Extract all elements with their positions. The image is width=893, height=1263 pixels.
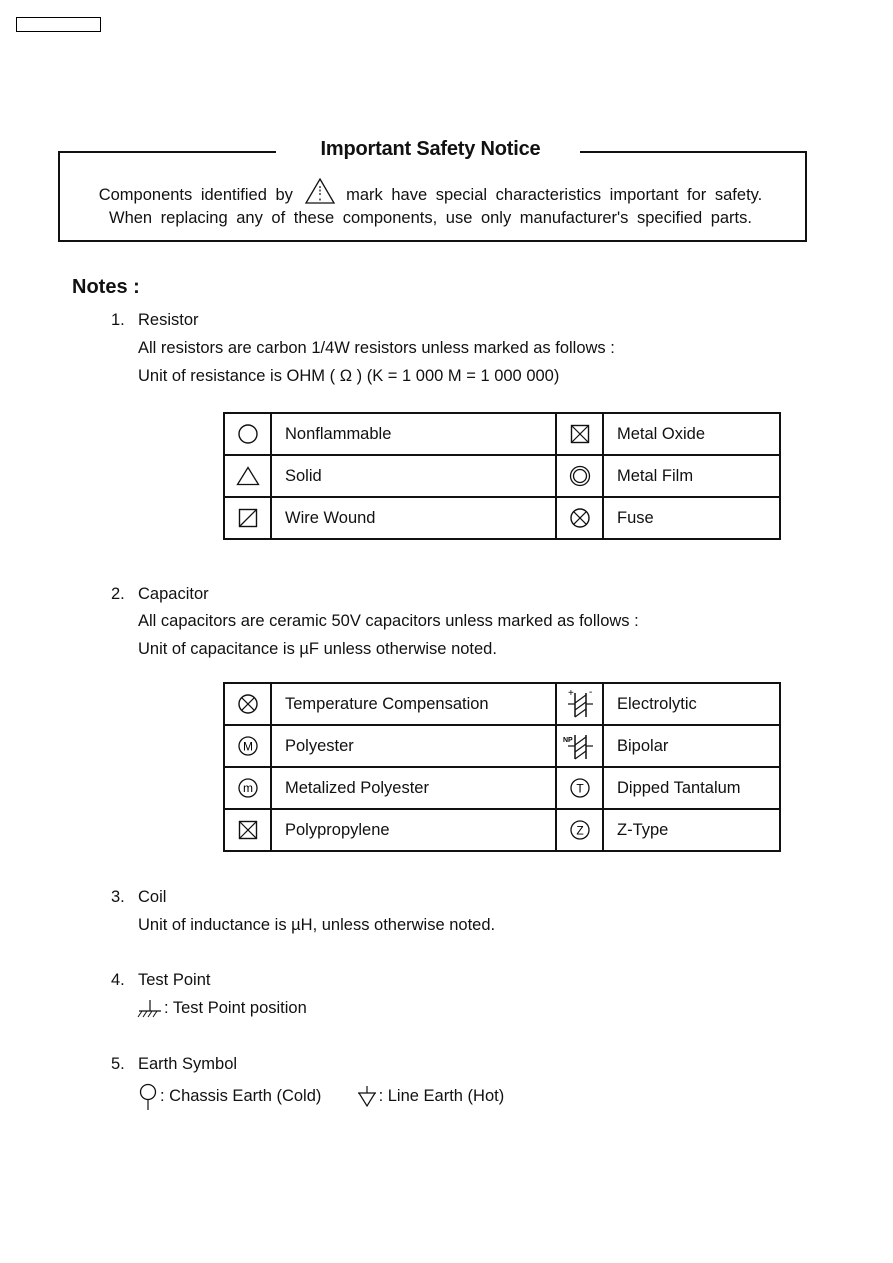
circled-x-icon [555,496,604,540]
test-point-icon [136,999,162,1024]
glyph: T [576,782,584,796]
note-title-resistor: Resistor [138,311,199,329]
capacitor-line-2: Unit of capacitance is µF unless otherwi… [138,640,497,658]
note-title-capacitor: Capacitor [138,585,209,603]
resistor-line-2: Unit of resistance is OHM ( Ω ) (K = 1 0… [138,367,560,385]
safety-notice-line-1-after: mark have special characteristics import… [346,186,763,204]
glyph: m [243,781,253,795]
symbol-label: Polypropylene [270,808,557,852]
safety-notice-title: Important Safety Notice [320,138,541,160]
glyph: NP [563,737,573,744]
note-title-coil: Coil [138,888,167,906]
capacitor-symbol-table: Temperature Compensation + - Electrolyti… [223,682,781,852]
note-number: 4. [111,971,125,989]
glyph: Z [576,824,583,838]
bipolar-capacitor-icon: NP [555,724,604,768]
boxed-x-icon [555,412,604,456]
test-point-line: : Test Point position [136,999,307,1024]
circle-icon [223,412,272,456]
safety-notice-line-1-before: Components identified by [98,186,293,204]
boxed-slash-icon [223,496,272,540]
capacitor-line-1: All capacitors are ceramic 50V capacitor… [138,612,639,630]
chassis-earth-label: : Chassis Earth (Cold) [160,1087,322,1105]
coil-line-1: Unit of inductance is µH, unless otherwi… [138,916,496,934]
electrolytic-capacitor-icon: + - [555,682,604,726]
symbol-label: Bipolar [602,724,781,768]
symbol-label: Metal Film [602,454,781,498]
earth-symbol-line: : Chassis Earth (Cold) : Line Earth (Hot… [138,1083,504,1116]
circled-Z-icon: Z [555,808,604,852]
table-row: M Polyester NP Bipolar [223,724,781,768]
glyph: M [243,740,253,754]
note-number: 2. [111,585,125,603]
triangle-icon [223,454,272,498]
table-row: Wire Wound Fuse [223,496,781,540]
safety-notice-line-2: When replacing any of these components, … [109,209,752,227]
note-number: 3. [111,888,125,906]
symbol-label: Metalized Polyester [270,766,557,810]
boxed-x-icon [223,808,272,852]
svg-text:-: - [589,687,592,698]
symbol-label: Temperature Compensation [270,682,557,726]
table-row: Temperature Compensation + - Electrolyti… [223,682,781,726]
chassis-earth-icon [138,1083,158,1116]
symbol-label: Metal Oxide [602,412,781,456]
table-row: Solid Metal Film [223,454,781,498]
line-earth-label: : Line Earth (Hot) [378,1087,505,1105]
test-point-label: : Test Point position [164,999,307,1017]
warning-triangle-icon [304,177,336,209]
safety-notice-line-1: Components identified by mark have speci… [58,177,803,209]
symbol-label: Z-Type [602,808,781,852]
svg-text:+: + [568,688,574,699]
symbol-label: Fuse [602,496,781,540]
note-title-test-point: Test Point [138,971,211,989]
note-number: 1. [111,311,125,329]
symbol-label: Polyester [270,724,557,768]
table-row: m Metalized Polyester T Dipped Tantalum [223,766,781,810]
circled-M-icon: M [223,724,272,768]
resistor-line-1: All resistors are carbon 1/4W resistors … [138,339,615,357]
symbol-label: Dipped Tantalum [602,766,781,810]
symbol-label: Nonflammable [270,412,557,456]
header-label-box [16,17,101,32]
note-number: 5. [111,1055,125,1073]
note-title-earth-symbol: Earth Symbol [138,1055,238,1073]
symbol-label: Electrolytic [602,682,781,726]
symbol-label: Solid [270,454,557,498]
resistor-symbol-table: Nonflammable Metal Oxide Solid Metal Fil… [223,412,781,540]
circled-T-icon: T [555,766,604,810]
circled-m-icon: m [223,766,272,810]
table-row: Nonflammable Metal Oxide [223,412,781,456]
table-row: Polypropylene Z Z-Type [223,808,781,852]
circled-x-icon [223,682,272,726]
symbol-label: Wire Wound [270,496,557,540]
double-circle-icon [555,454,604,498]
line-earth-icon [357,1085,377,1112]
notes-heading: Notes : [72,276,140,298]
